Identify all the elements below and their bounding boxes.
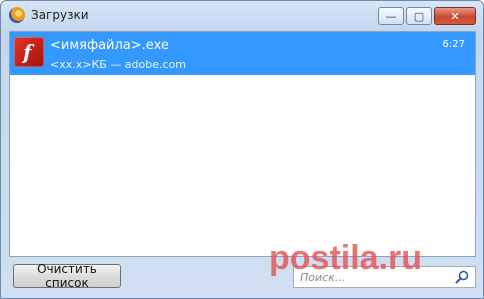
search-icon[interactable]	[455, 270, 469, 284]
firefox-icon	[9, 7, 25, 23]
downloads-list[interactable]: f <имяфайла>.exe <xx.x>КБ — adobe.com 6:…	[9, 31, 476, 257]
title-bar[interactable]: Загрузки — ▢ ✕	[1, 1, 483, 31]
bottom-bar: Очистить список	[1, 257, 483, 298]
close-icon: ✕	[450, 9, 460, 23]
maximize-icon: ▢	[413, 9, 425, 23]
clear-list-button[interactable]: Очистить список	[13, 262, 121, 290]
download-file-name: <имяфайла>.exe	[50, 38, 169, 53]
minimize-icon: —	[385, 9, 397, 23]
download-time: 6:27	[442, 39, 465, 50]
close-button[interactable]: ✕	[434, 7, 476, 25]
download-meta: <xx.x>КБ — adobe.com	[50, 58, 187, 71]
search-input[interactable]	[294, 267, 460, 287]
download-item[interactable]: f <имяфайла>.exe <xx.x>КБ — adobe.com 6:…	[10, 32, 475, 75]
flash-player-icon: f	[14, 37, 44, 67]
window-title: Загрузки	[31, 8, 89, 22]
minimize-button[interactable]: —	[378, 7, 404, 25]
downloads-window: Загрузки — ▢ ✕ f <имяфайла>.exe <xx.x>КБ…	[0, 0, 484, 299]
search-box[interactable]	[293, 266, 476, 288]
maximize-button[interactable]: ▢	[406, 7, 432, 25]
